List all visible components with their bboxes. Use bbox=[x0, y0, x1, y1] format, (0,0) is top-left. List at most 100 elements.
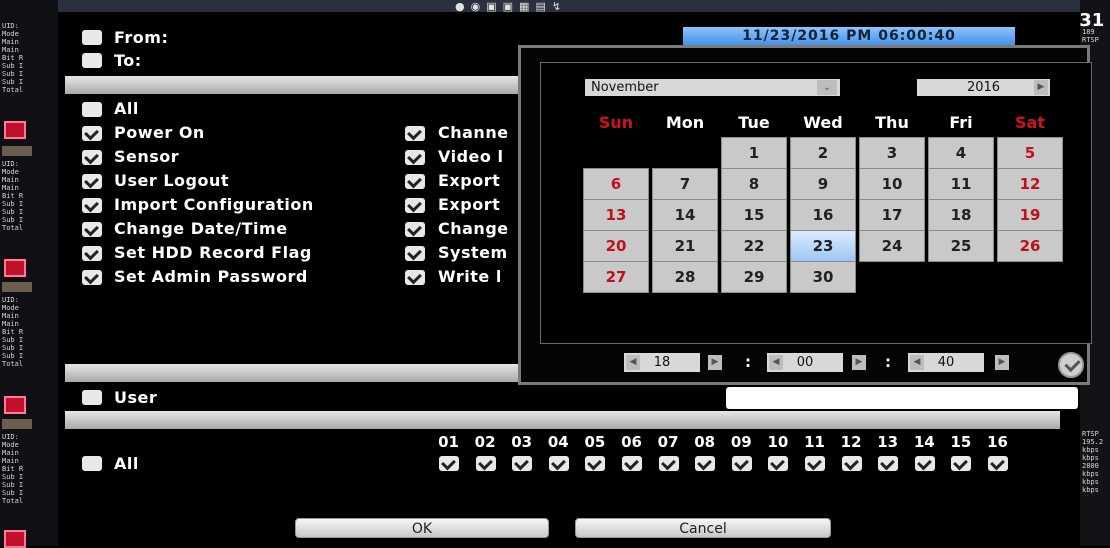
channel-checkbox-02[interactable] bbox=[475, 456, 496, 471]
channel-checkbox-11[interactable] bbox=[805, 456, 825, 471]
channel-checkbox-01[interactable] bbox=[439, 456, 459, 471]
user-checkbox[interactable] bbox=[82, 390, 102, 405]
event-checkbox-write[interactable] bbox=[405, 270, 425, 285]
calendar-day[interactable]: 25 bbox=[928, 230, 994, 262]
channel-number: 12 bbox=[840, 433, 862, 451]
calendar-day[interactable]: 2 bbox=[790, 137, 856, 169]
calendar-day[interactable]: 27 bbox=[583, 261, 649, 293]
calendar-day[interactable]: 26 bbox=[997, 230, 1063, 262]
event-checkbox-change-date-time[interactable] bbox=[82, 222, 102, 237]
calendar-day[interactable]: 5 bbox=[997, 137, 1063, 169]
event-label: System bbox=[438, 243, 508, 262]
section-divider-channels bbox=[65, 411, 1060, 429]
from-checkbox[interactable] bbox=[82, 30, 102, 45]
calendar-day[interactable]: 18 bbox=[928, 199, 994, 231]
channel-checkbox-07[interactable] bbox=[658, 456, 679, 471]
calendar-day[interactable]: 7 bbox=[652, 168, 718, 200]
confirm-check-icon[interactable] bbox=[1058, 352, 1084, 378]
channel-checkbox-16[interactable] bbox=[988, 456, 1008, 471]
channel-checkbox-12[interactable] bbox=[841, 456, 862, 471]
channel-info-1: UID: Mode Main Main Bit R Sub I Sub I Su… bbox=[2, 22, 24, 94]
calendar-day[interactable]: 9 bbox=[790, 168, 856, 200]
date-time-display[interactable]: 11/23/2016 PM 06:00:40 bbox=[683, 27, 1015, 46]
hour-prev-icon[interactable]: ◀ bbox=[626, 355, 640, 370]
calendar-day[interactable]: 24 bbox=[859, 230, 925, 262]
section-divider-events bbox=[65, 76, 520, 94]
minute-prev-icon[interactable]: ◀ bbox=[769, 355, 783, 370]
event-checkbox-user-logout[interactable] bbox=[82, 174, 102, 189]
calendar-day[interactable]: 8 bbox=[721, 168, 787, 200]
channel-checkbox-08[interactable] bbox=[695, 456, 716, 471]
channel-checkbox-05[interactable] bbox=[585, 456, 606, 471]
to-checkbox[interactable] bbox=[82, 53, 102, 68]
ok-button[interactable]: OK bbox=[295, 518, 549, 538]
calendar-day[interactable]: 11 bbox=[928, 168, 994, 200]
calendar-day[interactable]: 15 bbox=[721, 199, 787, 231]
channel-checkbox-03[interactable] bbox=[512, 456, 533, 471]
year-next-icon[interactable]: ▶ bbox=[1034, 80, 1048, 95]
channel-info-3: UID: Mode Main Main Bit R Sub I Sub I Su… bbox=[2, 296, 24, 368]
event-checkbox-video[interactable] bbox=[405, 150, 425, 165]
calendar-day[interactable]: 19 bbox=[997, 199, 1063, 231]
calendar-day[interactable]: 23 bbox=[790, 230, 856, 262]
calendar-day[interactable]: 4 bbox=[928, 137, 994, 169]
calendar-day[interactable]: 14 bbox=[652, 199, 718, 231]
cancel-button[interactable]: Cancel bbox=[575, 518, 831, 538]
second-prev-icon[interactable]: ◀ bbox=[910, 355, 924, 370]
channel-checkbox-04[interactable] bbox=[548, 456, 569, 471]
calendar-day[interactable]: 16 bbox=[790, 199, 856, 231]
channel-checkbox-13[interactable] bbox=[878, 456, 899, 471]
event-checkbox-export-1[interactable] bbox=[405, 174, 425, 189]
calendar-day[interactable]: 30 bbox=[790, 261, 856, 293]
channel-number: 15 bbox=[950, 433, 972, 451]
calendar-day[interactable]: 6 bbox=[583, 168, 649, 200]
second-next-icon[interactable]: ▶ bbox=[995, 355, 1009, 370]
event-checkbox-set-hdd-record-flag[interactable] bbox=[82, 246, 102, 261]
calendar-day[interactable]: 28 bbox=[652, 261, 718, 293]
calendar-day[interactable]: 29 bbox=[721, 261, 787, 293]
calendar-day[interactable]: 22 bbox=[721, 230, 787, 262]
calendar-day[interactable]: 12 bbox=[997, 168, 1063, 200]
channel-checkbox-09[interactable] bbox=[731, 456, 752, 471]
year-field[interactable]: 2016 bbox=[917, 79, 1050, 96]
channel-checkbox-14[interactable] bbox=[914, 456, 935, 471]
event-checkbox-system[interactable] bbox=[405, 246, 425, 261]
minute-next-icon[interactable]: ▶ bbox=[852, 355, 866, 370]
event-label: Channe bbox=[438, 123, 509, 142]
month-select[interactable]: November bbox=[585, 79, 840, 96]
event-checkbox-import-configuration[interactable] bbox=[82, 198, 102, 213]
event-checkbox-channel[interactable] bbox=[405, 126, 425, 141]
event-checkbox-export-2[interactable] bbox=[405, 198, 425, 213]
event-checkbox-change[interactable] bbox=[405, 222, 425, 237]
right-channel-info-2: RTSP 195.2 kbps kbps 2800 kbps kbps kbps bbox=[1082, 430, 1104, 494]
event-label: Export bbox=[438, 171, 501, 190]
calendar-day[interactable]: 20 bbox=[583, 230, 649, 262]
system-top-bar bbox=[58, 0, 1080, 12]
calendar-day[interactable]: 3 bbox=[859, 137, 925, 169]
calendar-day[interactable]: 1 bbox=[721, 137, 787, 169]
hour-next-icon[interactable]: ▶ bbox=[708, 355, 722, 370]
channel-number: 11 bbox=[804, 433, 825, 451]
weekday-label: Mon bbox=[665, 113, 705, 132]
events-all-checkbox[interactable] bbox=[82, 102, 102, 117]
calendar-day[interactable]: 17 bbox=[859, 199, 925, 231]
channel-checkbox-06[interactable] bbox=[622, 456, 642, 471]
user-input[interactable] bbox=[726, 387, 1078, 409]
event-checkbox-sensor[interactable] bbox=[82, 150, 102, 165]
calendar-day[interactable]: 13 bbox=[583, 199, 649, 231]
channel-checkbox-10[interactable] bbox=[768, 456, 789, 471]
event-checkbox-power-on[interactable] bbox=[82, 126, 102, 141]
channel-checkbox-15[interactable] bbox=[951, 456, 972, 471]
event-checkbox-set-admin-password[interactable] bbox=[82, 270, 102, 285]
channel-number: 09 bbox=[730, 433, 752, 451]
calendar-day[interactable]: 21 bbox=[652, 230, 718, 262]
camera-thumbnail-2 bbox=[2, 282, 32, 292]
channel-record-marker-4 bbox=[4, 530, 26, 548]
weekday-label: Fri bbox=[949, 113, 973, 132]
calendar-day[interactable]: 10 bbox=[859, 168, 925, 200]
channel-number: 02 bbox=[474, 433, 496, 451]
chevron-down-icon[interactable]: ⌄ bbox=[817, 80, 837, 95]
channel-number: 10 bbox=[767, 433, 789, 451]
channels-all-checkbox[interactable] bbox=[82, 456, 102, 471]
time-separator: : bbox=[885, 353, 891, 371]
